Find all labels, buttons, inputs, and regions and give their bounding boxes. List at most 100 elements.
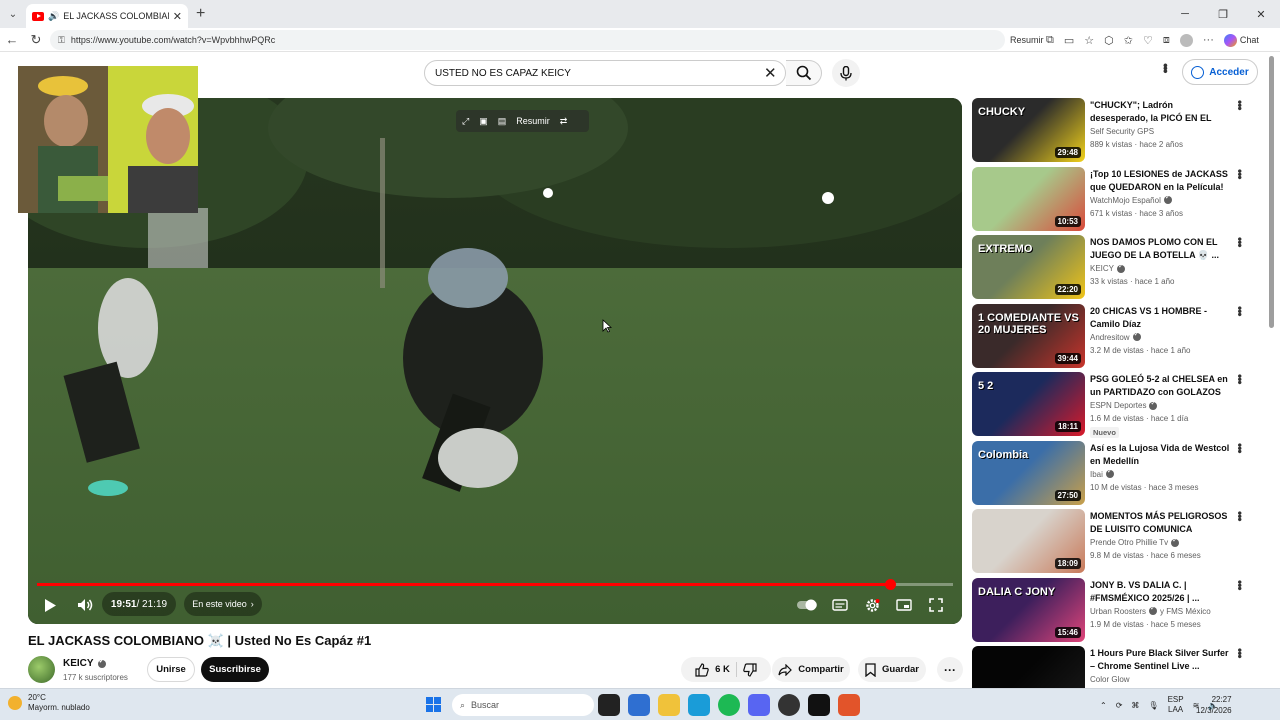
like-button[interactable]: 6 K bbox=[695, 662, 730, 677]
related-thumbnail[interactable]: CHUCKY 29:48 bbox=[972, 98, 1085, 162]
windows-start-icon[interactable] bbox=[426, 697, 441, 712]
url-field[interactable]: ⚿ https://www.youtube.com/watch?v=Wpvbhh… bbox=[50, 30, 1005, 50]
channel-name-link[interactable]: KEICY bbox=[63, 657, 106, 669]
related-thumbnail[interactable]: EXTREMO 22:20 bbox=[972, 235, 1085, 299]
store-icon[interactable] bbox=[628, 694, 650, 716]
subtitles-button[interactable] bbox=[829, 592, 851, 618]
weather-widget[interactable]: 20°C Mayorm. nublado bbox=[8, 693, 90, 713]
clear-search-icon[interactable]: ✕ bbox=[764, 64, 777, 82]
related-thumbnail[interactable]: Colombia 27:50 bbox=[972, 440, 1085, 505]
extensions-icon[interactable]: ⬡ bbox=[1104, 34, 1114, 47]
mic-tray-icon[interactable]: 🎙 bbox=[1148, 701, 1158, 710]
app-icon[interactable] bbox=[778, 694, 800, 716]
save-button[interactable]: Guardar bbox=[858, 657, 926, 682]
sign-in-button[interactable]: Acceder bbox=[1182, 59, 1258, 85]
related-video-item[interactable]: Colombia 27:50 Así es la Lujosa Vida de We… bbox=[972, 440, 1262, 505]
related-menu-icon[interactable]: ••• bbox=[1233, 100, 1247, 110]
share-button[interactable]: Compartir bbox=[772, 657, 850, 682]
related-video-item[interactable]: 5 2 18:11 PSG GOLEÓ 5-2 al CHELSEA en un P… bbox=[972, 372, 1262, 438]
related-menu-icon[interactable]: ••• bbox=[1233, 374, 1247, 384]
page-scrollbar[interactable] bbox=[1268, 56, 1275, 686]
reload-icon[interactable]: ↻ bbox=[24, 32, 48, 48]
summarize-button[interactable]: Resumir ⧉ bbox=[1010, 34, 1054, 47]
taskbar-search[interactable]: ⌕ Buscar bbox=[452, 694, 594, 716]
tab-actions-icon[interactable]: ⌄ bbox=[0, 0, 26, 28]
new-tab-icon[interactable]: + bbox=[196, 5, 205, 23]
related-channel[interactable]: Andresitow bbox=[1090, 330, 1141, 342]
settings-button[interactable] bbox=[861, 592, 883, 618]
favorite-star-icon[interactable]: ☆ bbox=[1084, 34, 1094, 47]
related-channel[interactable]: Prende Otro Phillie Tv bbox=[1090, 536, 1180, 547]
autoplay-toggle[interactable] bbox=[796, 592, 818, 618]
related-menu-icon[interactable]: ••• bbox=[1233, 237, 1247, 247]
related-channel[interactable]: ESPN Deportes bbox=[1090, 399, 1158, 410]
search-input[interactable]: USTED NO ES CAPAZ KEICY ✕ bbox=[424, 60, 786, 86]
join-button[interactable]: Unirse bbox=[147, 657, 195, 682]
related-title[interactable]: PSG GOLEÓ 5-2 al CHELSEA en un PARTIDAZO… bbox=[1090, 373, 1230, 399]
related-menu-icon[interactable]: ••• bbox=[1233, 169, 1247, 179]
site-info-icon[interactable]: ⚿ bbox=[58, 35, 65, 46]
related-title[interactable]: "CHUCKY"; Ladrón desesperado, la PICÓ EN… bbox=[1090, 99, 1230, 125]
overlay-summarize-button[interactable]: Resumir bbox=[516, 116, 550, 126]
split-screen-icon[interactable]: ▭ bbox=[1064, 34, 1074, 47]
related-thumbnail[interactable]: DALIA C JONY 15:46 bbox=[972, 577, 1085, 642]
system-clock[interactable]: 22:27 12/3/2026 bbox=[1196, 694, 1232, 716]
related-thumbnail[interactable]: 5 2 18:11 bbox=[972, 372, 1085, 436]
chapters-button[interactable]: En este video › bbox=[184, 592, 262, 616]
related-channel[interactable]: WatchMojo Español bbox=[1090, 193, 1172, 205]
related-video-item[interactable]: 10:53 ¡Top 10 LESIONES de JACKASS que QUE… bbox=[972, 166, 1262, 231]
capture-icon[interactable]: ▣ bbox=[479, 116, 488, 127]
related-video-item[interactable]: CHUCKY 29:48 "CHUCKY"; Ladrón desesperado,… bbox=[972, 98, 1262, 162]
related-title[interactable]: ¡Top 10 LESIONES de JACKASS que QUEDARON… bbox=[1090, 168, 1230, 194]
file-explorer-icon[interactable] bbox=[658, 694, 680, 716]
related-channel[interactable]: Self Security GPS bbox=[1090, 127, 1154, 136]
performance-icon[interactable]: ♡ bbox=[1143, 34, 1153, 47]
back-icon[interactable]: ← bbox=[0, 32, 24, 47]
related-channel[interactable]: Urban Roosters y FMS México bbox=[1090, 604, 1211, 616]
related-title[interactable]: MOMENTOS MÁS PELIGROSOS DE LUISITO COMUN… bbox=[1090, 510, 1230, 536]
popout-icon[interactable]: ⤢ bbox=[462, 116, 469, 127]
spotify-icon[interactable] bbox=[718, 694, 740, 716]
close-window-icon[interactable]: ✕ bbox=[1242, 0, 1280, 28]
related-title[interactable]: JONY B. VS DALIA C. | #FMSMÉXICO 2025/26… bbox=[1090, 579, 1230, 605]
close-tab-icon[interactable]: ✕ bbox=[173, 10, 182, 23]
profile-avatar[interactable] bbox=[1179, 33, 1193, 47]
related-menu-icon[interactable]: ••• bbox=[1233, 306, 1247, 316]
related-menu-icon[interactable]: ••• bbox=[1233, 511, 1247, 521]
related-thumbnail[interactable]: 10:53 bbox=[972, 166, 1085, 231]
channel-avatar[interactable] bbox=[28, 656, 55, 683]
related-menu-icon[interactable]: ••• bbox=[1233, 443, 1247, 453]
edge-icon[interactable] bbox=[688, 694, 710, 716]
task-view-icon[interactable] bbox=[598, 694, 620, 716]
browser-menu-icon[interactable]: ··· bbox=[1203, 34, 1214, 46]
progress-scrubber[interactable] bbox=[884, 579, 896, 590]
minimize-icon[interactable]: ─ bbox=[1166, 0, 1204, 28]
browser-tab[interactable]: 🔊 EL JACKASS COLOMBIANO 🏃 ✕ bbox=[26, 4, 188, 28]
related-menu-icon[interactable]: ••• bbox=[1233, 648, 1247, 658]
settings-menu-icon[interactable]: ••• bbox=[1158, 63, 1174, 72]
fullscreen-button[interactable] bbox=[925, 592, 947, 618]
related-video-item[interactable]: 1 COMEDIANTE VS 20 MUJERES 39:44 20 CHICAS… bbox=[972, 303, 1262, 368]
scrollbar-thumb[interactable] bbox=[1269, 56, 1274, 328]
favorites-icon[interactable]: ✩ bbox=[1124, 34, 1133, 47]
search-button[interactable] bbox=[786, 60, 822, 86]
volume-button[interactable] bbox=[72, 592, 98, 618]
tray-expand-icon[interactable]: ⌃ bbox=[1100, 701, 1107, 710]
related-thumbnail[interactable]: 1 COMEDIANTE VS 20 MUJERES 39:44 bbox=[972, 303, 1085, 368]
network-icon[interactable]: ⌘ bbox=[1131, 701, 1139, 710]
related-video-item[interactable]: EXTREMO 22:20 NOS DAMOS PLOMO CON EL JUEGO… bbox=[972, 235, 1262, 299]
translate-icon[interactable]: ⇄ bbox=[560, 116, 568, 127]
related-channel[interactable]: KEICY bbox=[1090, 262, 1126, 273]
related-title[interactable]: 20 CHICAS VS 1 HOMBRE - Camilo Díaz bbox=[1090, 305, 1230, 331]
audio-playing-icon[interactable]: 🔊 bbox=[48, 11, 59, 22]
related-thumbnail[interactable]: 18:09 bbox=[972, 509, 1085, 573]
collections-icon[interactable]: ⧈ bbox=[1163, 34, 1170, 47]
discord-icon[interactable] bbox=[748, 694, 770, 716]
sync-icon[interactable]: ⟳ bbox=[1116, 701, 1123, 710]
related-channel[interactable]: Color Glow bbox=[1090, 675, 1130, 684]
related-title[interactable]: Así es la Lujosa Vida de Westcol en Mede… bbox=[1090, 442, 1230, 468]
related-channel[interactable]: Ibai bbox=[1090, 467, 1114, 479]
related-menu-icon[interactable]: ••• bbox=[1233, 580, 1247, 590]
summarize-doc-icon[interactable]: ▤ bbox=[498, 116, 507, 127]
related-video-item[interactable]: DALIA C JONY 15:46 JONY B. VS DALIA C. | #… bbox=[972, 577, 1262, 642]
